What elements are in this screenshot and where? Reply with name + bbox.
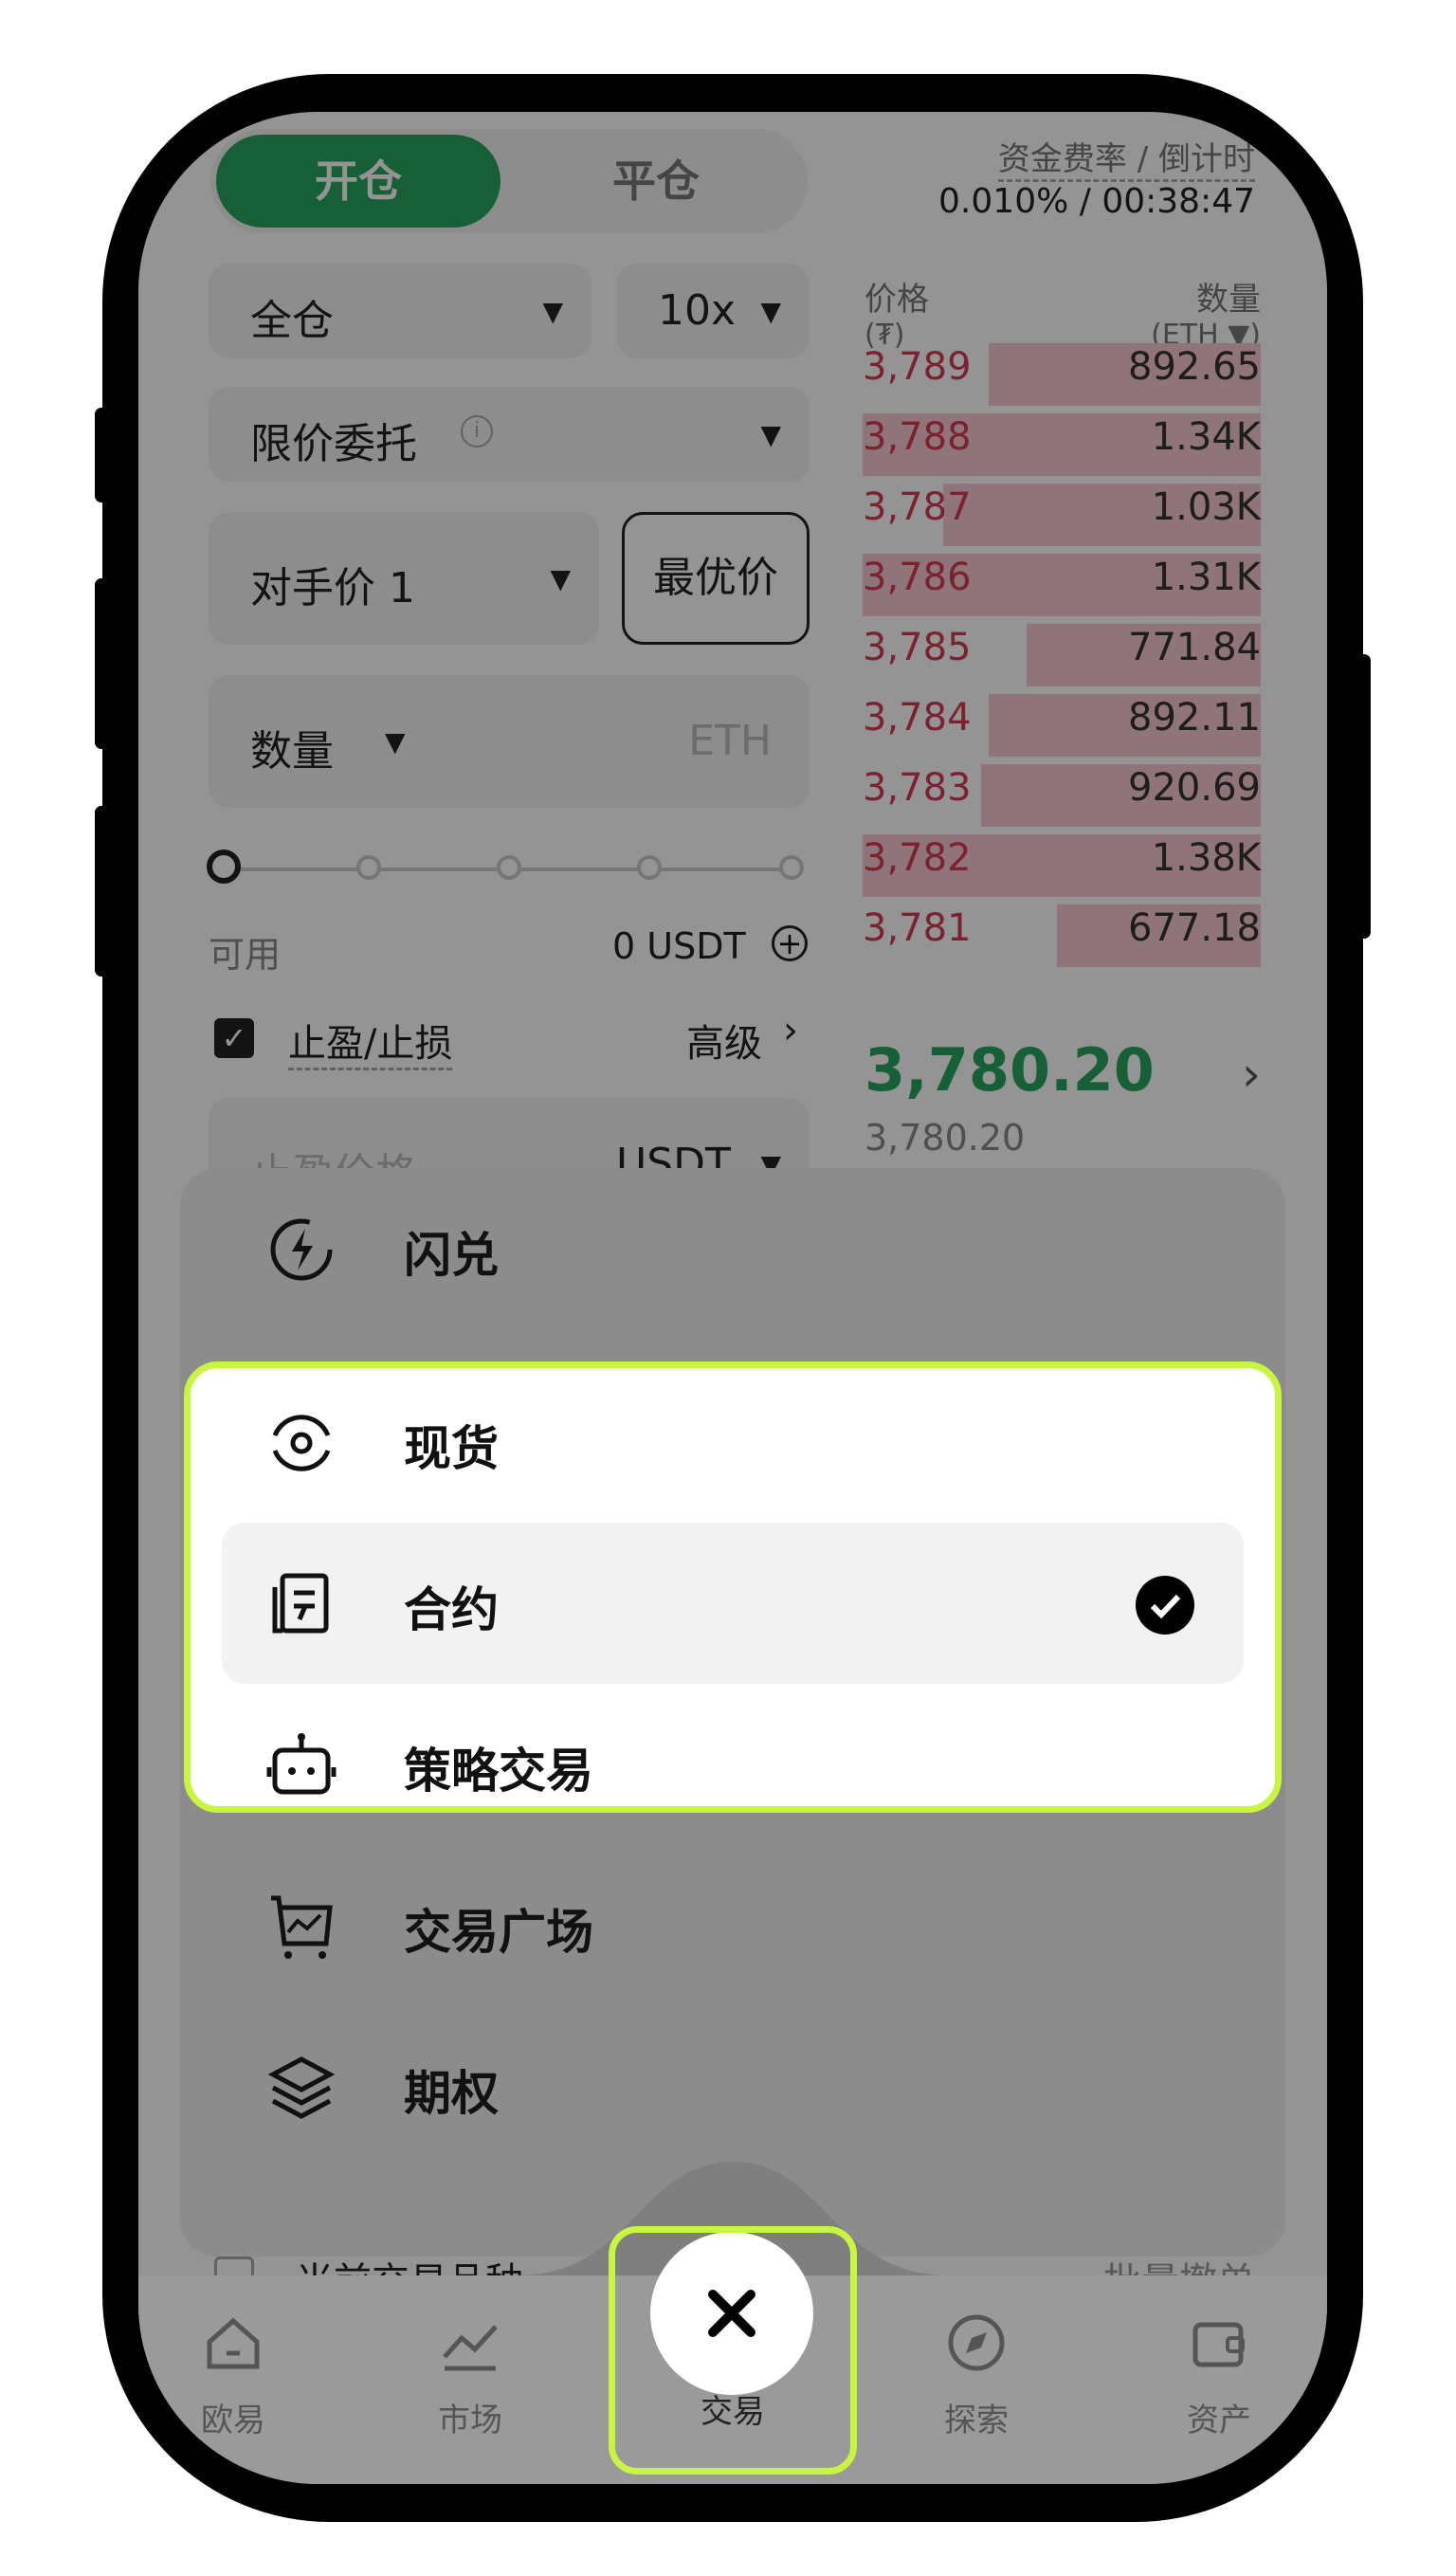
home-icon [207,2317,260,2369]
bot-icon [266,1733,337,1795]
menu-item-trade-square[interactable]: 交易广场 [180,1845,1285,2006]
menu-item-label: 交易广场 [404,1905,593,1960]
contract-icon [272,1573,329,1634]
menu-item-spot[interactable]: 现货 [180,1361,1285,1523]
trade-menu-sheet: 闪兑 现货 合约 策略交易 交易广场 期权 [180,1168,1285,2256]
spot-icon [272,1415,331,1471]
chart-icon [443,2325,498,2371]
compass-icon [948,2314,1005,2371]
volume-down-button [95,806,108,977]
menu-item-label: 策略交易 [404,1744,593,1799]
nav-label: 探索 [944,2402,1009,2439]
menu-item-strategy[interactable]: 策略交易 [180,1684,1285,1845]
check-icon [1136,1576,1194,1635]
nav-label: 资产 [1187,2402,1251,2439]
flash-swap-icon [270,1218,333,1281]
volume-up-button [95,578,108,749]
nav-item-assets[interactable]: 资产 [1124,2291,1314,2480]
nav-label: 市场 [438,2402,502,2439]
nav-item-market[interactable]: 市场 [375,2291,565,2480]
menu-item-label: 现货 [404,1421,499,1476]
layers-icon [267,2056,336,2119]
nav-item-explore[interactable]: 探索 [882,2291,1071,2480]
menu-item-label: 闪兑 [404,1228,499,1283]
screen: 开仓 平仓 资金费率 / 倒计时 0.010% / 00:38:47 全仓 ▼ … [138,112,1327,2484]
wallet-icon [1192,2322,1245,2367]
menu-item-label: 期权 [404,2066,499,2121]
menu-item-contract[interactable]: 合约 [180,1523,1285,1684]
highlight-box-nav-trade [609,2226,857,2475]
menu-item-flash-swap[interactable]: 闪兑 [180,1168,1285,1329]
nav-label: 欧易 [201,2402,265,2439]
trade-square-icon [271,1895,333,1959]
power-button [1357,654,1371,939]
menu-item-label: 合约 [404,1582,499,1637]
nav-item-home[interactable]: 欧易 [138,2291,328,2480]
mute-button [95,408,108,502]
menu-item-options[interactable]: 期权 [180,2006,1285,2167]
